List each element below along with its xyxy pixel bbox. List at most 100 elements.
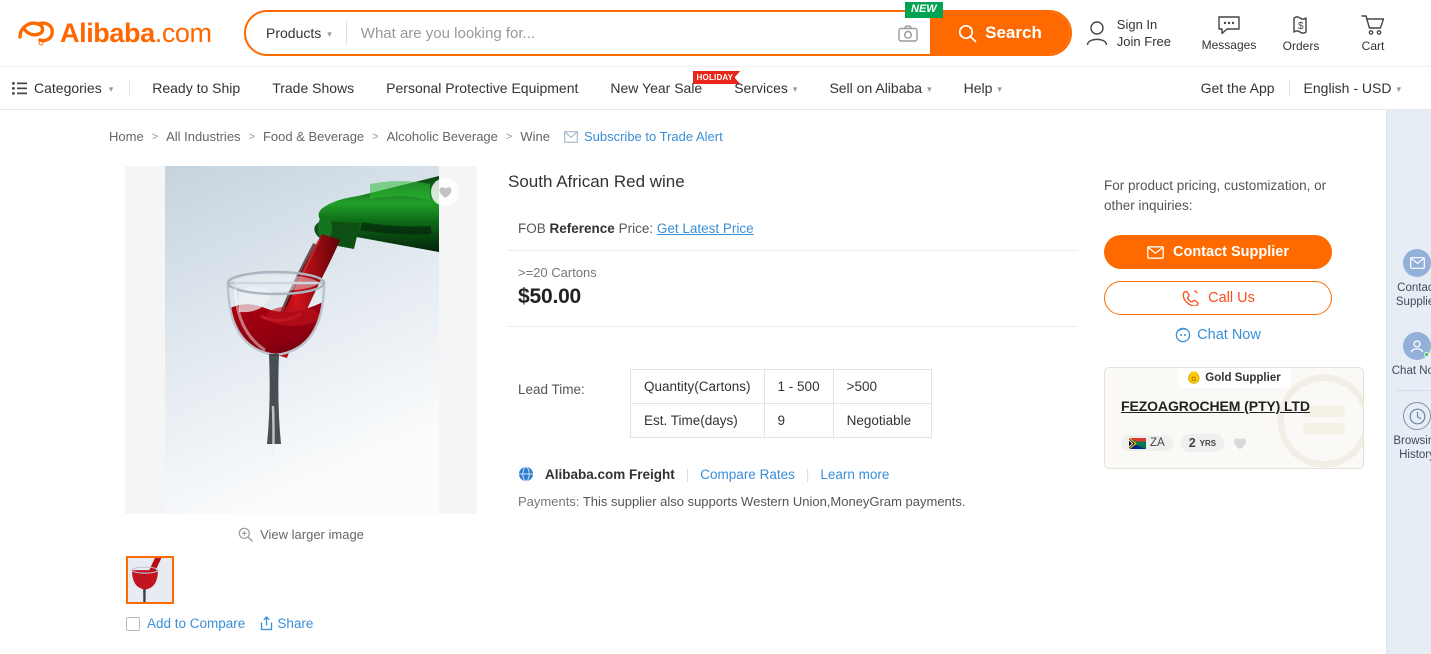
clock-icon: [1403, 402, 1431, 430]
cart-button[interactable]: Cart: [1337, 14, 1409, 53]
product-image-container[interactable]: [125, 166, 477, 514]
breadcrumb-item-food-beverage[interactable]: Food & Beverage: [263, 129, 364, 144]
chevron-down-icon: ▾: [109, 84, 114, 95]
orders-button[interactable]: $ Orders: [1265, 14, 1337, 53]
breadcrumb-item-wine[interactable]: Wine: [520, 129, 550, 144]
payments-text: This supplier also supports Western Unio…: [583, 494, 966, 509]
nav-categories[interactable]: Categories ▾: [12, 80, 129, 96]
lead-time-table: Quantity(Cartons) 1 - 500 >500 Est. Time…: [630, 369, 932, 438]
sign-in-area[interactable]: Sign In Join Free: [1075, 16, 1193, 50]
breadcrumb: Home > All Industries > Food & Beverage …: [0, 110, 1386, 144]
view-larger-image-link[interactable]: View larger image: [125, 527, 477, 542]
freight-name: Alibaba.com Freight: [545, 467, 675, 482]
rail-item-contact-supplier[interactable]: Contact Supplier: [1387, 238, 1431, 321]
nav-item-new-year-sale[interactable]: New Year Sale HOLIDAY: [594, 80, 718, 96]
nav-item-label: New Year Sale: [610, 80, 702, 96]
checkbox-icon[interactable]: [126, 617, 140, 631]
header-actions: Sign In Join Free Messages $ Orders: [1075, 14, 1415, 53]
table-cell: Negotiable: [833, 404, 931, 438]
orders-label: Orders: [1283, 39, 1320, 53]
globe-icon: [518, 466, 534, 482]
add-to-compare-checkbox[interactable]: Add to Compare: [126, 616, 245, 631]
search-input[interactable]: [347, 12, 886, 54]
fob-suffix: Price:: [619, 221, 654, 236]
breadcrumb-item-all-industries[interactable]: All Industries: [166, 129, 240, 144]
image-search-button[interactable]: [886, 12, 930, 54]
supplier-years-unit: YRS: [1200, 439, 1216, 448]
envelope-icon: [1147, 246, 1164, 259]
gold-supplier-badge: G Gold Supplier: [1177, 368, 1290, 388]
share-button[interactable]: Share: [259, 616, 313, 631]
payments-row: Payments: This supplier also supports We…: [508, 482, 1078, 509]
search-button[interactable]: Search: [930, 12, 1070, 54]
rail-item-chat-now[interactable]: Chat Now: [1387, 321, 1431, 390]
contact-supplier-label: Contact Supplier: [1173, 244, 1289, 260]
get-the-app-label: Get the App: [1201, 80, 1275, 96]
thumbnail-item[interactable]: [126, 556, 174, 604]
nav-right-group: Get the App English - USD ▾: [1187, 80, 1415, 96]
gold-medal-icon: G: [1187, 371, 1200, 384]
messages-button[interactable]: Messages: [1193, 15, 1265, 52]
nav-item-services[interactable]: Services ▾: [718, 80, 813, 96]
phone-icon: [1181, 290, 1199, 306]
nav-item-help[interactable]: Help ▾: [948, 80, 1018, 96]
sign-in-label[interactable]: Sign In: [1117, 16, 1171, 33]
chevron-down-icon: ▾: [927, 84, 932, 95]
nav-item-personal-protective-equipment[interactable]: Personal Protective Equipment: [370, 80, 594, 96]
nav-item-ready-to-ship[interactable]: Ready to Ship: [136, 80, 256, 96]
nav-item-label: Sell on Alibaba: [829, 80, 922, 96]
chat-bubble-icon: [1175, 327, 1191, 343]
price-value: $50.00: [518, 285, 1078, 309]
lead-time-section: Lead Time: Quantity(Cartons) 1 - 500 >50…: [508, 327, 1078, 438]
view-larger-image-label: View larger image: [260, 527, 364, 542]
nav-separator: [129, 79, 130, 97]
breadcrumb-item-alcoholic-beverage[interactable]: Alcoholic Beverage: [387, 129, 498, 144]
chat-now-link[interactable]: Chat Now: [1104, 327, 1332, 343]
contact-supplier-button[interactable]: Contact Supplier: [1104, 235, 1332, 269]
supplier-country-code: ZA: [1150, 437, 1165, 449]
call-us-button[interactable]: Call Us: [1104, 281, 1332, 315]
search-category-selector[interactable]: Products ▾: [246, 12, 346, 54]
thumbnail-list: [125, 556, 477, 604]
locale-selector[interactable]: English - USD ▾: [1290, 80, 1415, 96]
subscribe-trade-alert-label: Subscribe to Trade Alert: [584, 129, 723, 144]
nav-item-sell-on-alibaba[interactable]: Sell on Alibaba ▾: [813, 80, 947, 96]
red-wine-pour-image: [165, 166, 439, 514]
table-cell: 1 - 500: [764, 370, 833, 404]
table-row: Est. Time(days) 9 Negotiable: [631, 404, 932, 438]
freight-row: Alibaba.com Freight | Compare Rates | Le…: [508, 438, 1078, 482]
user-icon: [1085, 20, 1109, 46]
rail-item-label: Browsing History: [1387, 434, 1431, 462]
join-free-label[interactable]: Join Free: [1117, 33, 1171, 50]
get-the-app-link[interactable]: Get the App: [1187, 80, 1289, 96]
rail-item-browsing-history[interactable]: Browsing History: [1387, 391, 1431, 474]
inquiry-prompt: For product pricing, customization, or o…: [1104, 176, 1349, 216]
main-nav: Categories ▾ Ready to Ship Trade Shows P…: [0, 66, 1431, 110]
learn-more-link[interactable]: Learn more: [820, 467, 889, 482]
envelope-icon: [564, 131, 578, 143]
site-header: Alibaba.com Products ▾ Search NEW: [0, 0, 1431, 66]
get-latest-price-link[interactable]: Get Latest Price: [657, 221, 754, 236]
camera-icon: [898, 25, 918, 42]
compare-rates-link[interactable]: Compare Rates: [700, 467, 795, 482]
search-category-label: Products: [266, 25, 321, 41]
nav-item-trade-shows[interactable]: Trade Shows: [256, 80, 370, 96]
orders-icon: $: [1290, 14, 1312, 36]
breadcrumb-item-home[interactable]: Home: [109, 129, 144, 144]
lead-time-label: Lead Time:: [518, 369, 630, 397]
nav-categories-label: Categories: [34, 80, 102, 96]
image-search-new-badge: NEW: [905, 2, 943, 18]
thumbnail-image: [126, 556, 174, 604]
chevron-down-icon: ▾: [1396, 84, 1401, 95]
subscribe-trade-alert-link[interactable]: Subscribe to Trade Alert: [564, 129, 723, 144]
online-status-dot: [1424, 352, 1429, 357]
supplier-country-pill: ZA: [1121, 435, 1173, 451]
favorite-button[interactable]: [431, 178, 459, 206]
supplier-name-link[interactable]: FEZOAGROCHEM (PTY) LTD: [1121, 398, 1347, 414]
table-row: Quantity(Cartons) 1 - 500 >500: [631, 370, 932, 404]
search-button-label: Search: [985, 23, 1042, 43]
page-title: South African Red wine: [508, 171, 1078, 193]
chevron-down-icon: ▾: [793, 84, 798, 95]
cart-label: Cart: [1362, 39, 1385, 53]
alibaba-logo[interactable]: Alibaba.com: [14, 17, 214, 49]
